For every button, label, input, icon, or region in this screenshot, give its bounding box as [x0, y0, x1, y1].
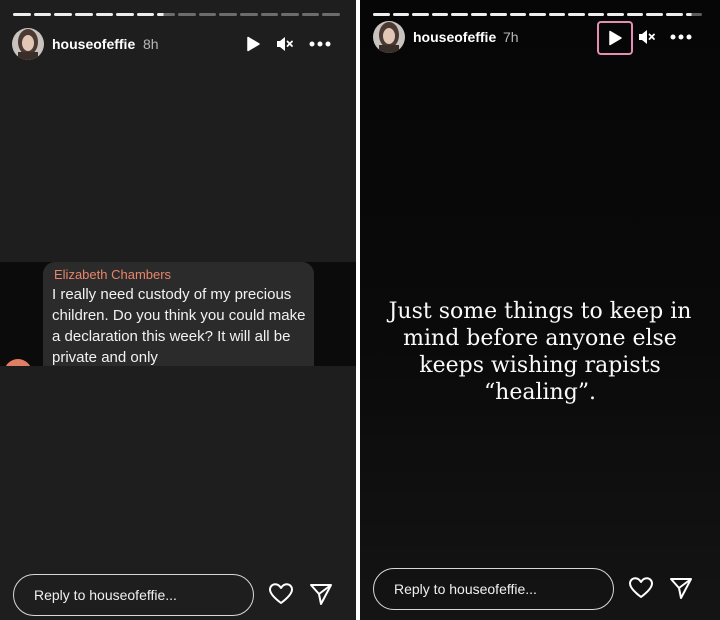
timestamp: 8h [143, 36, 159, 52]
progress-segment [74, 13, 93, 16]
avatar[interactable] [12, 28, 44, 60]
progress-segment [490, 13, 507, 16]
heart-icon[interactable] [628, 575, 654, 601]
message-text: I really need custody of my precious chi… [52, 286, 306, 366]
progress-segment [451, 13, 468, 16]
progress-segment [587, 13, 605, 16]
progress-segment [529, 13, 546, 16]
play-icon[interactable] [597, 21, 633, 55]
avatar[interactable] [373, 21, 405, 53]
progress-segment [412, 13, 429, 16]
progress-segment [95, 13, 114, 16]
progress-segment [116, 13, 134, 16]
mute-icon[interactable] [636, 26, 658, 48]
reply-placeholder: Reply to houseofeffie... [34, 587, 177, 603]
reply-input[interactable]: Reply to houseofeffie... [13, 574, 254, 616]
progress-segment [322, 13, 340, 16]
story-panel-right[interactable]: houseofeffie 7h Just some things to keep… [360, 0, 720, 620]
progress-segment [301, 13, 320, 16]
progress-segment [548, 13, 566, 16]
reply-input[interactable]: Reply to houseofeffie... [373, 568, 614, 610]
send-icon[interactable] [669, 576, 695, 602]
sender-avatar [4, 359, 32, 366]
progress-segment [646, 13, 663, 16]
progress-segment [431, 13, 449, 16]
progress-segment [509, 13, 527, 16]
progress-segment [198, 13, 217, 16]
progress-segment [568, 13, 585, 16]
story-caption: Just some things to keep in mind before … [388, 299, 692, 405]
username[interactable]: houseofeffie [413, 29, 496, 45]
progress-segment [54, 13, 72, 16]
progress-segment [260, 13, 279, 16]
progress-segment [13, 13, 31, 16]
send-icon[interactable] [309, 582, 335, 608]
reply-placeholder: Reply to houseofeffie... [394, 581, 537, 597]
story-progress-bar [13, 13, 340, 16]
story-progress-bar [373, 13, 703, 16]
progress-segment [373, 13, 390, 16]
progress-segment [219, 13, 237, 16]
progress-segment [178, 13, 196, 16]
progress-segment [33, 13, 52, 16]
message-bubble: Elizabeth Chambers I really need custody… [43, 262, 314, 366]
mute-icon[interactable] [274, 33, 296, 55]
progress-segment [665, 13, 683, 16]
username[interactable]: houseofeffie [52, 36, 135, 52]
progress-segment [470, 13, 488, 16]
progress-segment [136, 13, 155, 16]
progress-segment [607, 13, 624, 16]
story-panel-left[interactable]: houseofeffie 8h Elizabeth Chambers I rea… [0, 0, 356, 620]
more-icon[interactable] [307, 33, 333, 55]
timestamp: 7h [503, 29, 519, 45]
progress-segment [281, 13, 299, 16]
progress-segment [157, 13, 175, 16]
progress-segment [392, 13, 410, 16]
progress-segment [626, 13, 644, 16]
heart-icon[interactable] [268, 581, 294, 607]
more-icon[interactable] [668, 26, 694, 48]
sender-name: Elizabeth Chambers [54, 267, 172, 282]
play-icon[interactable] [242, 33, 264, 55]
quoted-message-card: Elizabeth Chambers I really need custody… [0, 262, 356, 366]
progress-segment [685, 13, 703, 16]
progress-segment [239, 13, 258, 16]
